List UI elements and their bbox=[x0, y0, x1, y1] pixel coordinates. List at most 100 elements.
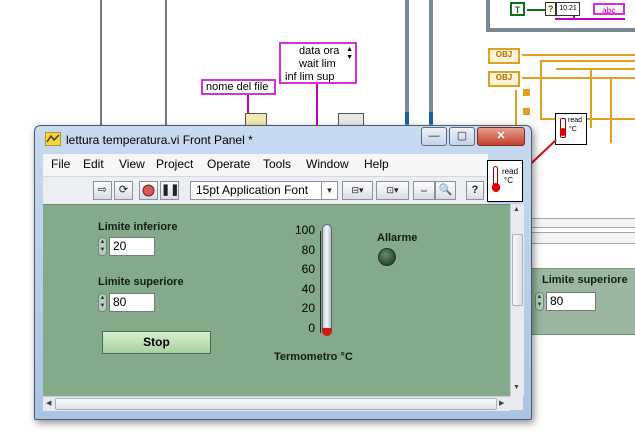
scroll-left-icon[interactable]: ◀ bbox=[46, 399, 51, 407]
unbundle-icon[interactable]: ? bbox=[545, 2, 556, 16]
scroll-down-icon[interactable]: ▼ bbox=[513, 384, 520, 391]
labview-icon bbox=[45, 132, 61, 146]
run-arrow-icon[interactable]: ⇨ bbox=[93, 181, 112, 200]
filename-constant[interactable]: nome del file bbox=[201, 79, 276, 95]
const-list-item: wait lim bbox=[299, 58, 336, 70]
abort-icon[interactable] bbox=[139, 181, 158, 200]
tick-label: 20 bbox=[301, 301, 315, 315]
chevron-down-icon: ▼ bbox=[321, 182, 337, 199]
menu-project[interactable]: Project bbox=[156, 157, 193, 171]
font-name: 15pt Application Font bbox=[196, 183, 309, 197]
resize-objects-icon[interactable]: ⇔ bbox=[413, 181, 435, 200]
help-icon[interactable]: ? bbox=[466, 181, 484, 200]
structure-border bbox=[100, 0, 102, 130]
structure-frame bbox=[530, 232, 635, 244]
front-panel-window: lettura temperatura.vi Front Panel * — ▢… bbox=[34, 125, 532, 420]
const-list-item: inf lim sup bbox=[285, 71, 335, 83]
numeric-wire bbox=[522, 77, 635, 79]
menu-operate[interactable]: Operate bbox=[207, 157, 250, 171]
close-button[interactable]: ✕ bbox=[477, 127, 525, 146]
vi-icon-unit: °C bbox=[504, 176, 513, 185]
structure-border bbox=[486, 0, 490, 30]
search-icon[interactable]: 🔍 bbox=[435, 181, 456, 200]
thermometer-tube bbox=[322, 224, 332, 334]
title-bar[interactable]: lettura temperatura.vi Front Panel * — ▢… bbox=[35, 126, 531, 152]
const-list-item: data ora bbox=[299, 45, 340, 57]
vi-icon[interactable]: read °C bbox=[487, 160, 523, 202]
scroll-thumb[interactable] bbox=[55, 398, 497, 410]
increment-icon[interactable]: ▲ ▼ bbox=[535, 292, 544, 311]
wire-junction bbox=[523, 108, 530, 115]
numeric-wire bbox=[556, 68, 635, 70]
tick-label: 40 bbox=[301, 282, 315, 296]
toolbar: ⇨ ⟳ ❚❚ 15pt Application Font ▼ ⊟▾ ⊡▾ ⇔ 🔍… bbox=[43, 176, 488, 205]
menu-file[interactable]: File bbox=[51, 157, 70, 171]
scroll-right-icon[interactable]: ▶ bbox=[499, 399, 504, 407]
increment-icon[interactable]: ▲ ▼ bbox=[98, 237, 107, 256]
scroll-up-icon[interactable]: ▲ bbox=[513, 206, 520, 213]
background-panel: Limite superiore ▲ ▼ 80 bbox=[530, 268, 635, 335]
boolean-constant[interactable]: T bbox=[510, 2, 525, 16]
menu-tools[interactable]: Tools bbox=[263, 157, 291, 171]
increment-icon[interactable]: ▲ ▼ bbox=[98, 293, 107, 312]
dbl-node[interactable]: OBJ bbox=[488, 71, 520, 87]
menu-help[interactable]: Help bbox=[364, 157, 389, 171]
menu-window[interactable]: Window bbox=[306, 157, 349, 171]
thermometer-bulb-icon bbox=[492, 183, 500, 192]
structure-border bbox=[429, 0, 433, 125]
numeric-wire bbox=[610, 78, 612, 143]
unit-label: °C bbox=[569, 126, 577, 133]
tunnel bbox=[429, 112, 433, 124]
thermometer-bulb-icon bbox=[560, 128, 566, 136]
allarme-led bbox=[378, 248, 396, 266]
string-wire bbox=[316, 80, 318, 125]
scroll-corner bbox=[510, 396, 523, 410]
thermometer-bulb-icon bbox=[322, 328, 332, 336]
wire-junction bbox=[523, 89, 530, 96]
structure-border bbox=[486, 28, 635, 32]
menu-edit[interactable]: Edit bbox=[83, 157, 104, 171]
limite-inferiore-value[interactable]: 20 bbox=[109, 237, 155, 256]
tick-label: 60 bbox=[301, 262, 315, 276]
vi-icon-label: read bbox=[502, 167, 519, 176]
stop-button[interactable]: Stop bbox=[102, 331, 211, 354]
distribute-objects-icon[interactable]: ⊡▾ bbox=[376, 181, 409, 200]
front-panel: Limite inferiore ▲ ▼ 20 Limite superiore … bbox=[43, 204, 510, 397]
horizontal-scrollbar[interactable]: ◀ ▶ bbox=[43, 396, 510, 411]
scroll-thumb[interactable] bbox=[512, 234, 523, 306]
time-node[interactable]: 10:21 bbox=[556, 2, 580, 16]
limite-inferiore-label: Limite inferiore bbox=[98, 221, 178, 233]
numeric-wire bbox=[540, 60, 635, 62]
scroll-arrows-icon[interactable]: ▲ ▼ bbox=[346, 46, 353, 62]
run-continuously-icon[interactable]: ⟳ bbox=[114, 181, 133, 200]
string-wire bbox=[555, 18, 625, 20]
menu-view[interactable]: View bbox=[119, 157, 145, 171]
window-title: lettura temperatura.vi Front Panel * bbox=[66, 133, 253, 147]
limite-superiore-value[interactable]: 80 bbox=[109, 293, 155, 312]
bg-control-label: Limite superiore bbox=[542, 274, 628, 286]
numeric-wire bbox=[515, 90, 517, 130]
allarme-label: Allarme bbox=[377, 232, 418, 244]
font-dropdown[interactable]: 15pt Application Font ▼ bbox=[190, 181, 338, 200]
tick-label: 0 bbox=[308, 321, 315, 335]
bg-value[interactable]: 80 bbox=[546, 292, 596, 311]
string-array-constant[interactable]: data ora wait lim inf lim sup ▲ ▼ bbox=[279, 42, 357, 84]
numeric-wire bbox=[540, 60, 542, 120]
minimize-button[interactable]: — bbox=[421, 127, 447, 146]
bool-wire bbox=[527, 9, 545, 11]
termometro-label: Termometro °C bbox=[274, 351, 353, 363]
tunnel bbox=[405, 112, 409, 124]
structure-frame bbox=[530, 218, 635, 228]
structure-border bbox=[405, 0, 409, 125]
align-objects-icon[interactable]: ⊟▾ bbox=[342, 181, 373, 200]
maximize-button[interactable]: ▢ bbox=[449, 127, 475, 146]
structure-border bbox=[165, 0, 167, 125]
pause-icon[interactable]: ❚❚ bbox=[160, 181, 179, 200]
string-node[interactable]: abc bbox=[593, 3, 625, 15]
menu-bar: File Edit View Project Operate Tools Win… bbox=[43, 154, 488, 176]
limite-superiore-label: Limite superiore bbox=[98, 276, 184, 288]
numeric-wire bbox=[522, 54, 635, 56]
vertical-scrollbar[interactable]: ▲ ▼ bbox=[510, 204, 524, 396]
dbl-node[interactable]: OBJ bbox=[488, 48, 520, 64]
read-label: read bbox=[568, 117, 583, 124]
